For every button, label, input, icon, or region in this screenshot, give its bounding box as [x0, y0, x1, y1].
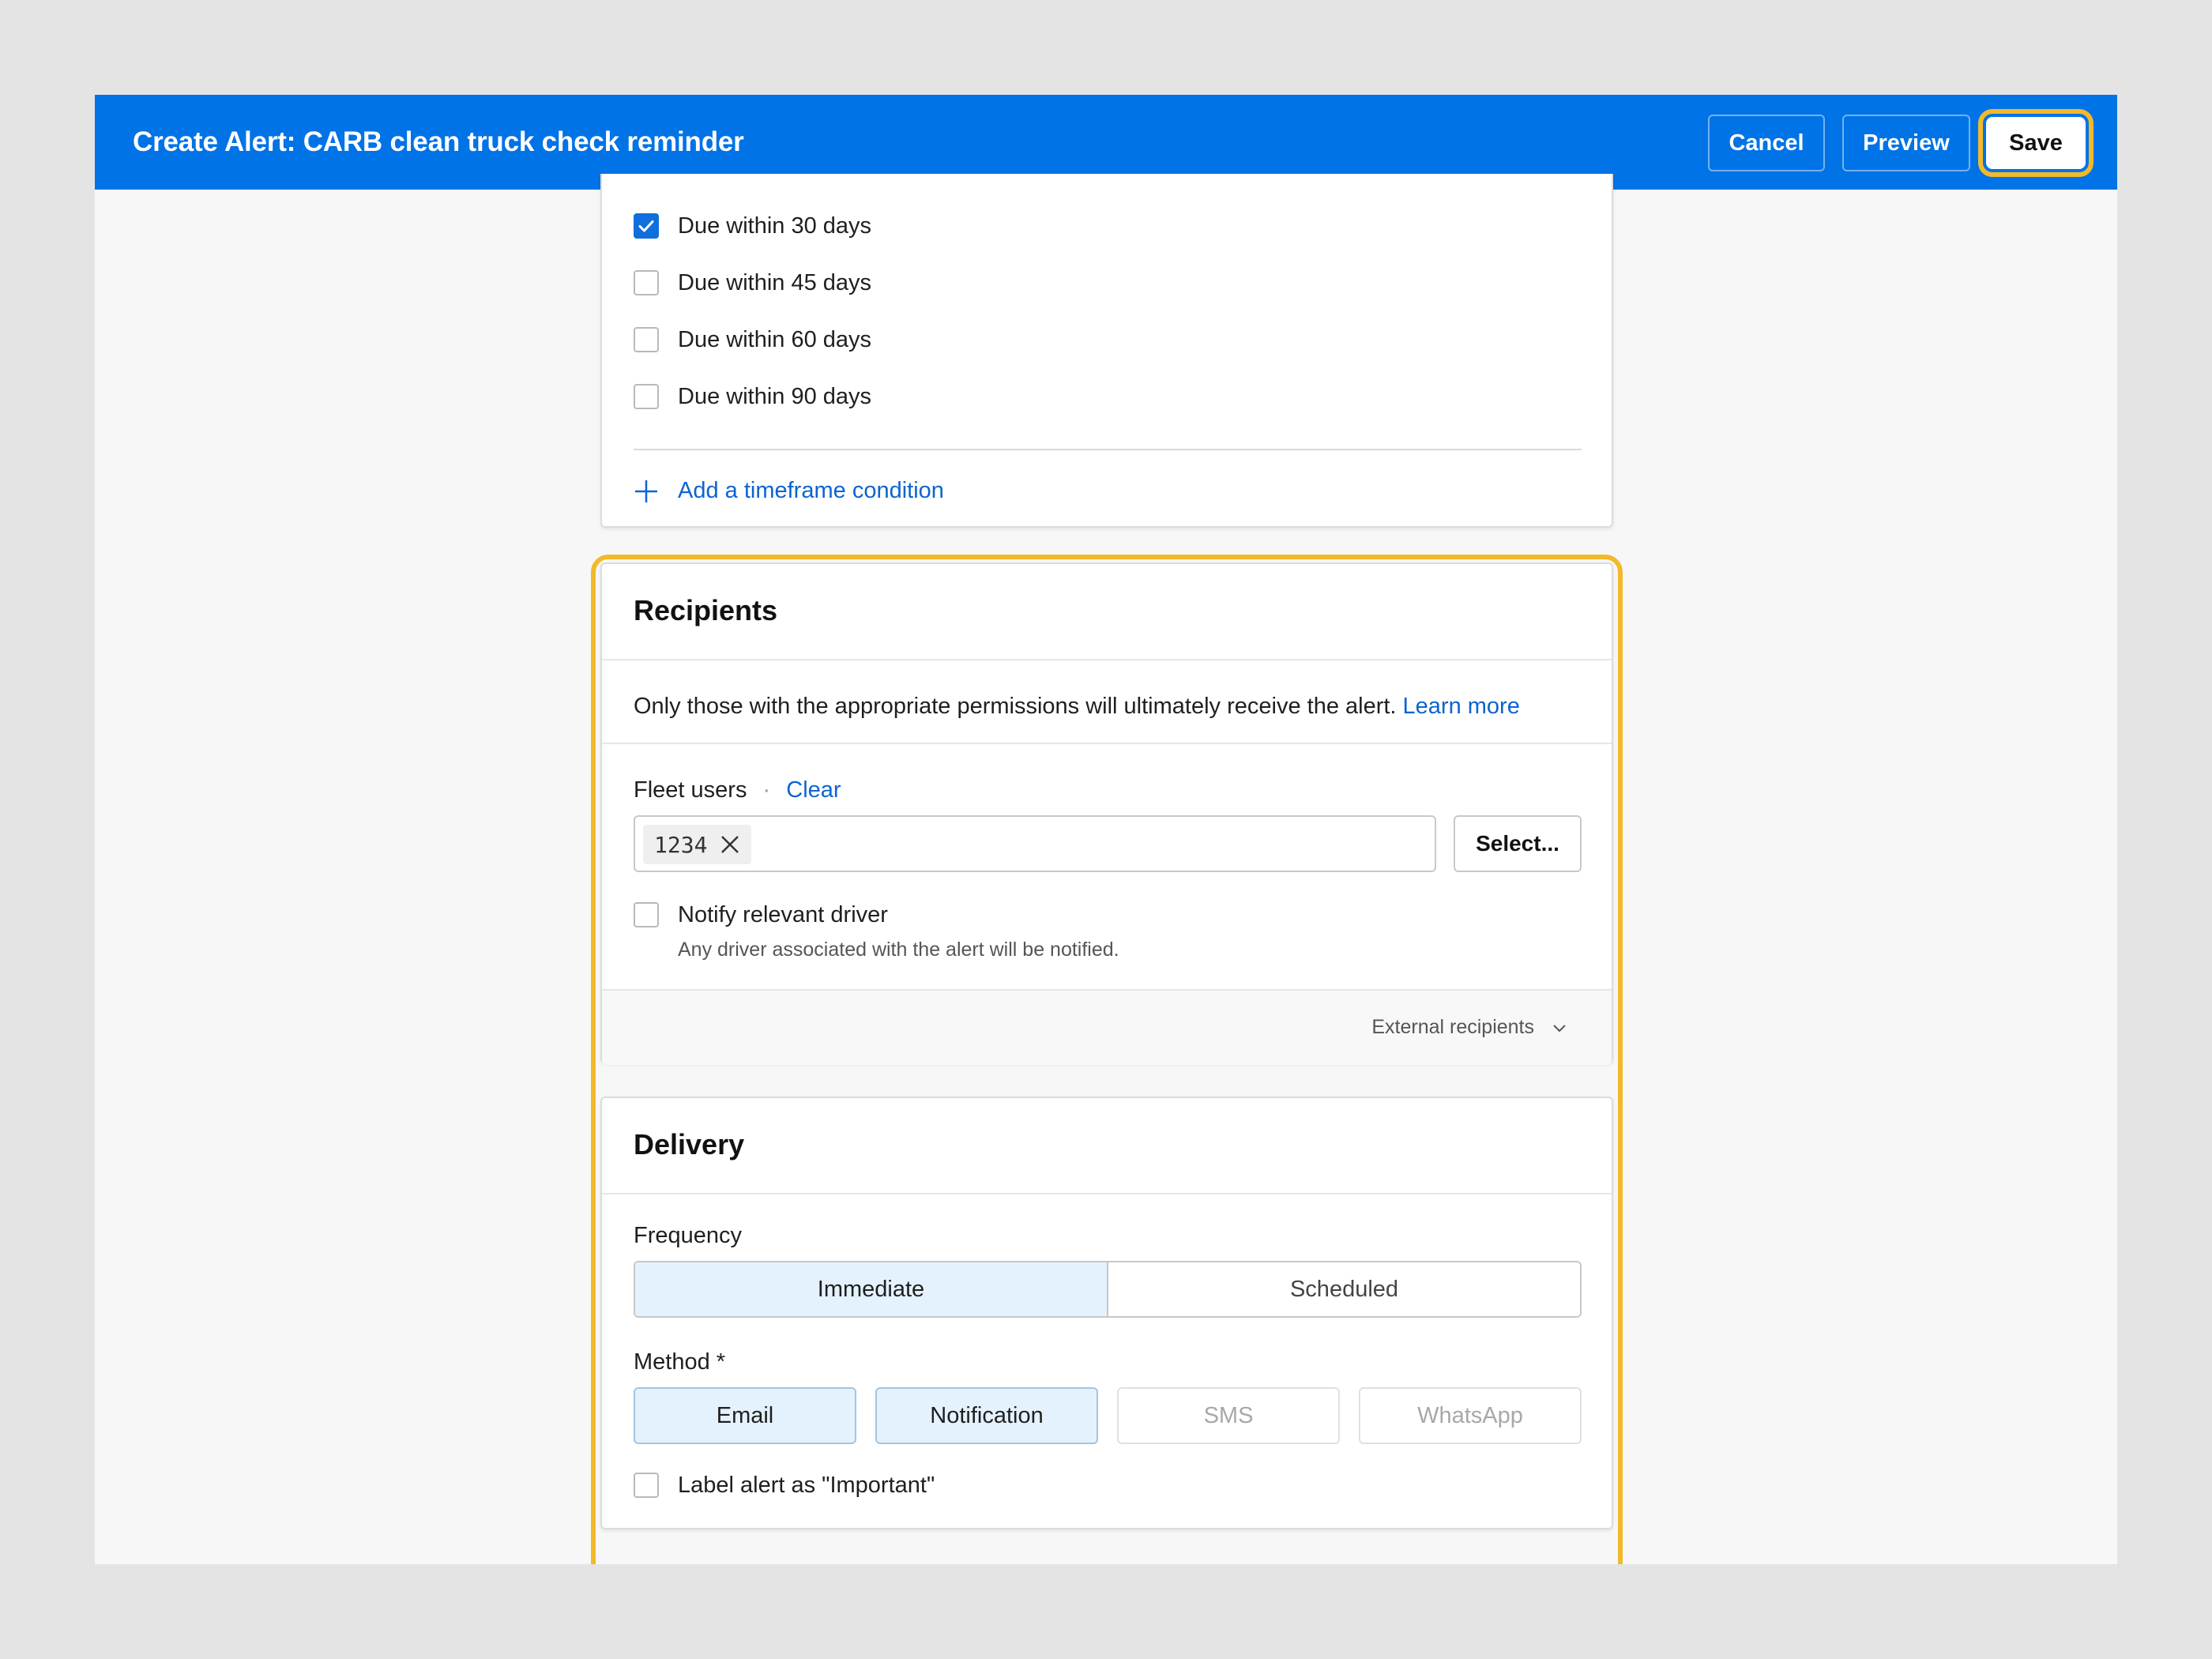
timeframe-option-60[interactable]: Due within 60 days [634, 324, 871, 356]
checkmark-icon [638, 220, 654, 232]
timeframe-option-45[interactable]: Due within 45 days [634, 267, 871, 299]
checkbox[interactable] [634, 270, 659, 295]
option-label: Due within 90 days [678, 383, 872, 409]
timeframe-option-30[interactable]: Due within 30 days [634, 210, 871, 242]
option-label: Due within 60 days [678, 326, 872, 352]
sections-highlight-ring [591, 555, 1623, 1564]
add-timeframe-condition-link[interactable]: Add a timeframe condition [634, 478, 944, 504]
checkbox[interactable] [634, 384, 659, 409]
checkbox[interactable] [634, 327, 659, 352]
option-label: Due within 30 days [678, 213, 872, 239]
add-timeframe-label: Add a timeframe condition [678, 478, 944, 503]
option-label: Due within 45 days [678, 269, 872, 295]
timeframe-card: Due within 30 days Due within 45 days Du… [600, 174, 1613, 528]
checkbox[interactable] [634, 213, 659, 239]
preview-button[interactable]: Preview [1842, 115, 1970, 171]
divider [634, 449, 1582, 450]
app-window: Create Alert: CARB clean truck check rem… [95, 95, 2117, 1564]
save-button[interactable]: Save [1986, 117, 2086, 169]
cancel-button[interactable]: Cancel [1708, 115, 1825, 171]
timeframe-option-90[interactable]: Due within 90 days [634, 381, 871, 412]
plus-icon [635, 480, 657, 502]
